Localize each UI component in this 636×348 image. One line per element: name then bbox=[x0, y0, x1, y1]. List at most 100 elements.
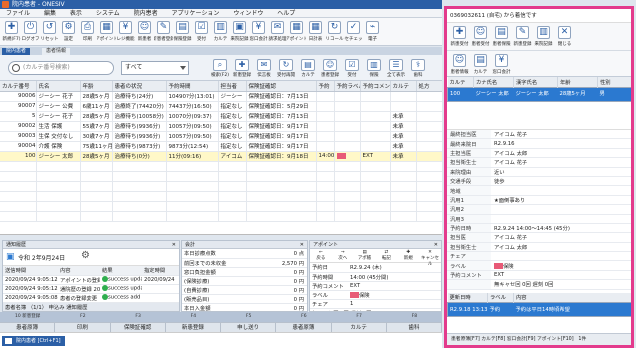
grid-column-header[interactable]: 予約時間 bbox=[166, 81, 219, 92]
search-row-button-9[interactable]: ⚕ 歯科 bbox=[408, 59, 428, 81]
chart-number-search-input[interactable]: (カルテ番号検索) bbox=[8, 61, 114, 75]
search-row-button-4[interactable]: ▤ カルテ bbox=[298, 59, 318, 81]
toolbar-button-16[interactable]: ▦ 日計表 bbox=[306, 18, 325, 46]
toolbar-button-7[interactable]: ☺ 新患者 bbox=[135, 18, 154, 46]
grid-column-header[interactable]: 予約ラベル bbox=[334, 81, 361, 92]
toolbar-button-18[interactable]: ✓ レセチェック bbox=[344, 18, 363, 46]
caller-column-header[interactable]: 年齢 bbox=[557, 77, 598, 87]
filter-select[interactable]: すべて bbox=[121, 61, 189, 75]
search-row-button-1[interactable]: ✚ 新患登録 bbox=[232, 59, 252, 81]
overlay-toolbar-button-3[interactable]: ✎ 新患登録 bbox=[512, 23, 533, 51]
grid-column-header[interactable]: 氏名 bbox=[36, 81, 81, 92]
patient-row[interactable]: 90002 生活 保護 55歳7ヶ月 治療待ち(9936分) 10057分(09:50)… bbox=[0, 121, 442, 132]
overlay-toolbar-button-5[interactable]: ✕ 閉じる bbox=[554, 23, 575, 51]
toolbar-button-3[interactable]: ⚙ 設定 bbox=[59, 18, 78, 46]
notice-row[interactable]: 2020/09/24 9:05:12通院歴の登録 2020 success upd… bbox=[3, 284, 179, 294]
caller-row[interactable]: 100 ジーシー 太郎 ジーシー 太郎 28歳5ヶ月男 bbox=[447, 87, 631, 101]
patient-row[interactable]: 100 ジーシー 太郎 28歳5ヶ月 治療待ち(0分) 11分(09:16) アイコム 保険… bbox=[0, 151, 442, 162]
close-icon[interactable]: ✕ bbox=[172, 241, 176, 249]
notice-column-header[interactable]: 結果 bbox=[100, 266, 142, 276]
toolbar-button-6[interactable]: ¥ レジ機能 bbox=[116, 18, 135, 46]
overlay-toolbar2-button-0[interactable]: ☺ 患者情報 bbox=[449, 51, 470, 79]
function-key-button[interactable]: 歯科 bbox=[387, 323, 442, 332]
appointment-button-0[interactable]: ← 戻る bbox=[310, 249, 332, 262]
history-column-header[interactable]: 内容 bbox=[513, 292, 631, 303]
overlay-toolbar-button-1[interactable]: ☺ 患者受付 bbox=[470, 23, 491, 51]
toolbar-button-14[interactable]: ✉ 請求処理 bbox=[268, 18, 287, 46]
function-key-button[interactable]: 新患登録 bbox=[166, 323, 221, 332]
toolbar-button-12[interactable]: ▣ 来院記録 bbox=[230, 18, 249, 46]
function-key-button[interactable]: 患者原簿 bbox=[276, 323, 332, 332]
grid-column-header[interactable]: 予約 bbox=[316, 81, 335, 92]
appointment-button-3[interactable]: ⇄ 転記 bbox=[375, 249, 397, 262]
notice-row[interactable]: 2020/09/24 9:05:08患者の登録変更 success add pat bbox=[3, 293, 179, 303]
close-icon[interactable]: ✕ bbox=[300, 241, 304, 249]
notice-column-header[interactable]: 内容 bbox=[58, 266, 100, 276]
menu-item-view[interactable]: 表示 bbox=[70, 10, 82, 17]
toolbar-button-11[interactable]: ▥ カルテ bbox=[211, 18, 230, 46]
menu-item-patients[interactable]: 院内患者 bbox=[134, 10, 158, 17]
search-row-button-2[interactable]: ✉ 伝言板 bbox=[254, 59, 274, 81]
appointment-button-4[interactable]: ✚ 新規 bbox=[397, 249, 419, 262]
toolbar-button-0[interactable]: ✚ 新規(F7) bbox=[2, 18, 21, 46]
function-key-button[interactable]: 患者原簿 bbox=[0, 323, 56, 332]
grid-column-header[interactable]: 保険証確認 bbox=[246, 81, 317, 92]
function-key-button[interactable]: 保険証確認 bbox=[111, 323, 166, 332]
function-key-button[interactable]: 申し送り bbox=[221, 323, 277, 332]
overlay-toolbar-button-4[interactable]: ▥ 来院記録 bbox=[533, 23, 554, 51]
taskbar-item[interactable]: 院内患者 [Ctrl+F1] bbox=[2, 336, 65, 346]
patient-row[interactable]: 90006 ジーシー 花子 28歳5ヶ月 治療待ち(24分) 10490?分(13:01… bbox=[0, 91, 442, 102]
grid-column-header[interactable]: カルテ bbox=[390, 81, 417, 92]
patient-row[interactable]: 5 ジーシー 花子 28歳5ヶ月 治療待ち(10058分) 10070分(09:37) 指… bbox=[0, 111, 442, 122]
toolbar-button-4[interactable]: ⎙ 印刷 bbox=[78, 18, 97, 46]
toolbar-button-8[interactable]: ✎ 新患者登録 bbox=[154, 18, 173, 46]
function-key-button[interactable]: 印刷 bbox=[55, 323, 111, 332]
toolbar-button-19[interactable]: ⌁ 電子 bbox=[363, 18, 382, 46]
toolbar-button-2[interactable]: ↺ リセット bbox=[40, 18, 59, 46]
grid-column-header[interactable]: カルテ番号 bbox=[0, 81, 37, 92]
menu-item-system[interactable]: システム bbox=[96, 10, 120, 17]
calendar-icon[interactable]: ▣ bbox=[6, 252, 15, 262]
caller-column-header[interactable]: 性別 bbox=[597, 77, 631, 87]
close-icon[interactable]: ✕ bbox=[434, 241, 438, 249]
notice-date[interactable]: 令和 2年9月24日 bbox=[18, 253, 65, 262]
tab-patient-info[interactable]: 患者情報 bbox=[42, 48, 71, 55]
grid-column-header[interactable]: 患者の状況 bbox=[112, 81, 167, 92]
search-row-button-5[interactable]: ☺ 患者登録 bbox=[320, 59, 340, 81]
history-row[interactable]: R2.9.18 13:13 予約 予約は平日14時頃希望 bbox=[447, 302, 631, 317]
overlay-toolbar2-button-1[interactable]: ▤ カルテ bbox=[470, 51, 491, 79]
toolbar-button-15[interactable]: ▦ アポイント bbox=[287, 18, 306, 46]
function-key-button[interactable]: カルテ bbox=[332, 323, 387, 332]
appointment-button-2[interactable]: ▤ アポ帳 bbox=[354, 249, 376, 262]
menu-item-application[interactable]: アプリケーション bbox=[172, 10, 220, 17]
toolbar-button-5[interactable]: ▦ アポイント bbox=[97, 18, 116, 46]
menu-item-window[interactable]: ウィンドウ bbox=[233, 10, 263, 17]
appointment-button-5[interactable]: ✕ キャンセル bbox=[419, 249, 441, 267]
overlay-toolbar-button-0[interactable]: ✚ 新患受付 bbox=[449, 23, 470, 51]
search-row-button-7[interactable]: ▥ 保険 bbox=[364, 59, 384, 81]
menu-item-edit[interactable]: 編集 bbox=[44, 10, 56, 17]
patient-row[interactable]: 90003 生保 交付なし 30歳7ヶ月 治療待ち(9936分) 10057分(09:5… bbox=[0, 131, 442, 142]
toolbar-button-1[interactable]: ⏻ ログオフ bbox=[21, 18, 40, 46]
caller-column-header[interactable]: 漢字氏名 bbox=[513, 77, 558, 87]
notice-row[interactable]: 2020/09/24 9:05:12アポイントの登録 success update… bbox=[3, 275, 179, 285]
tab-in-clinic-patients[interactable]: 院内患者 bbox=[2, 48, 31, 55]
grid-column-header[interactable]: 予約コメント bbox=[360, 81, 391, 92]
toolbar-button-9[interactable]: ▤ 保険登録 bbox=[173, 18, 192, 46]
history-column-header[interactable]: ラベル bbox=[487, 292, 514, 303]
search-row-button-6[interactable]: ☑ 受付 bbox=[342, 59, 362, 81]
toolbar-button-10[interactable]: ☑ 受付 bbox=[192, 18, 211, 46]
grid-column-header[interactable]: 担当者 bbox=[218, 81, 247, 92]
appointment-button-1[interactable]: → 次へ bbox=[332, 249, 354, 262]
overlay-toolbar2-button-2[interactable]: ¥ 窓口会計 bbox=[491, 51, 512, 79]
search-row-button-8[interactable]: ☰ 全て表示 bbox=[386, 59, 406, 81]
search-row-button-3[interactable]: ↻ 受付再開 bbox=[276, 59, 296, 81]
search-row-button-0[interactable]: ⌕ 検索(F2) bbox=[210, 59, 230, 81]
patient-row[interactable]: 90007 ジーシー 公費 6歳11ヶ月 治療終了(74420分) 74437分(16:… bbox=[0, 101, 442, 112]
history-column-header[interactable]: 更新日時 bbox=[447, 292, 488, 303]
menu-item-help[interactable]: ヘルプ bbox=[277, 10, 295, 17]
toolbar-button-17[interactable]: ↻ リコール bbox=[325, 18, 344, 46]
menu-item-file[interactable]: ファイル bbox=[6, 10, 30, 17]
toolbar-button-13[interactable]: ¥ 窓口会計 bbox=[249, 18, 268, 46]
overlay-toolbar-button-2[interactable]: ▤ 患者保険 bbox=[491, 23, 512, 51]
